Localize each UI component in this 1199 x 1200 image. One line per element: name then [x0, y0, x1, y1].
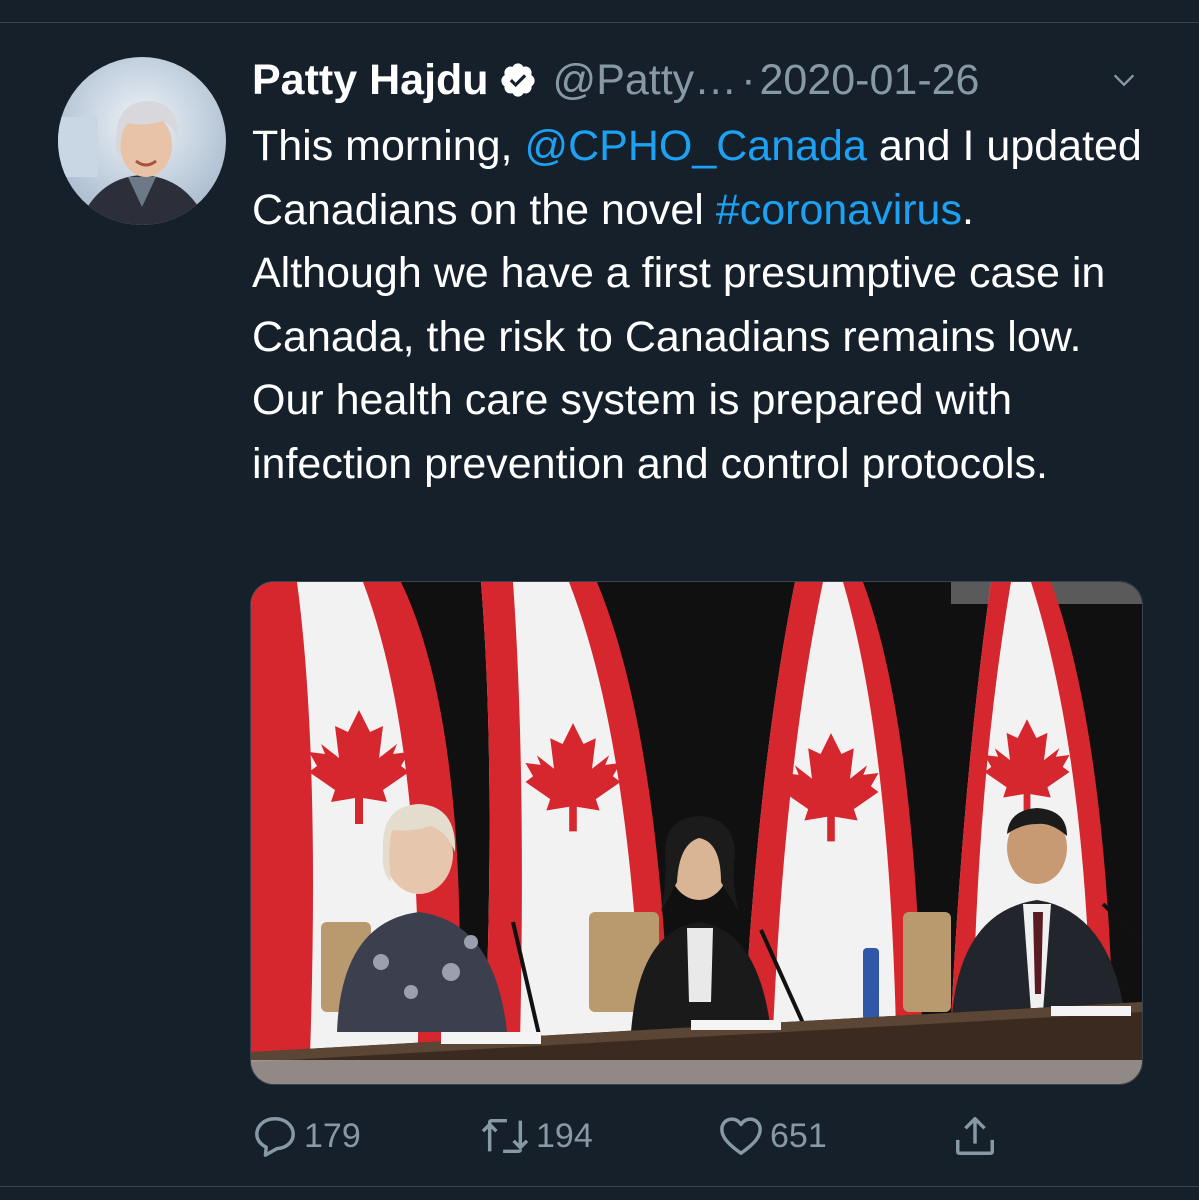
reply-button[interactable]: 179 [252, 1108, 361, 1164]
author-display-name[interactable]: Patty Hajdu [252, 52, 489, 108]
tweet-text-part1: This morning, [252, 122, 525, 170]
avatar[interactable] [58, 57, 226, 225]
reply-count: 179 [304, 1116, 361, 1155]
tweet-actions: 179 194 651 [252, 1108, 1152, 1164]
top-divider [0, 22, 1199, 23]
bottom-divider [0, 1186, 1199, 1187]
reply-icon [252, 1113, 298, 1159]
like-icon [718, 1113, 764, 1159]
like-button[interactable]: 651 [718, 1108, 827, 1164]
retweet-icon [480, 1113, 530, 1159]
mention-link[interactable]: @CPHO_Canada [524, 122, 866, 170]
retweet-count: 194 [536, 1116, 593, 1155]
verified-badge-icon [499, 61, 537, 99]
tweet-header: Patty Hajdu @Patty… · 2020-01-26 [252, 52, 1152, 108]
retweet-button[interactable]: 194 [480, 1108, 593, 1164]
tweet-photo[interactable] [250, 581, 1143, 1085]
hashtag-link[interactable]: #coronavirus [716, 186, 962, 234]
like-count: 651 [770, 1116, 827, 1155]
author-handle[interactable]: @Patty… [553, 52, 738, 108]
share-button[interactable] [952, 1108, 998, 1164]
tweet-date[interactable]: 2020-01-26 [760, 52, 980, 108]
header-separator: · [741, 56, 756, 104]
chevron-down-icon[interactable] [1110, 66, 1138, 94]
share-icon [952, 1113, 998, 1159]
tweet-text: This morning, @CPHO_Canada and I updated… [252, 115, 1152, 496]
